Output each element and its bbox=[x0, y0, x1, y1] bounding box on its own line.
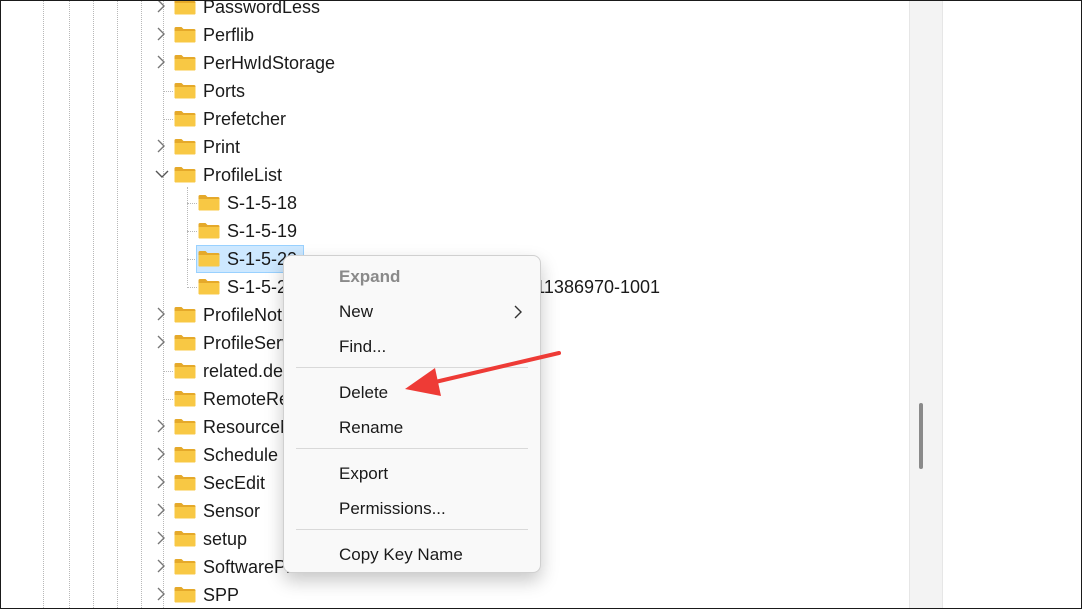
chevron-right-icon[interactable] bbox=[155, 307, 167, 321]
tree-item-label: SPP bbox=[203, 585, 240, 605]
tree-item-label: Prefetcher bbox=[203, 109, 287, 129]
tree-item[interactable]: ProfileList bbox=[1, 161, 901, 189]
vertical-scrollbar-track[interactable] bbox=[909, 1, 943, 608]
menu-item-rename[interactable]: Rename bbox=[284, 411, 540, 445]
folder-icon bbox=[174, 138, 196, 155]
folder-icon bbox=[198, 250, 220, 267]
folder-icon bbox=[174, 110, 196, 127]
folder-icon bbox=[174, 530, 196, 547]
chevron-right-icon[interactable] bbox=[155, 139, 167, 153]
tree-item[interactable]: Print bbox=[1, 133, 901, 161]
tree-item[interactable]: Ports bbox=[1, 77, 901, 105]
tree-item-label: Print bbox=[203, 137, 241, 157]
tree-item-label: Perflib bbox=[203, 25, 255, 45]
tree-connector-line bbox=[187, 231, 197, 232]
folder-icon bbox=[174, 586, 196, 603]
tree-item-label: PasswordLess bbox=[203, 0, 321, 17]
vertical-scrollbar-thumb[interactable] bbox=[919, 403, 923, 469]
tree-item-label: Sensor bbox=[203, 501, 261, 521]
chevron-right-icon[interactable] bbox=[155, 559, 167, 573]
menu-separator bbox=[296, 448, 528, 449]
context-menu: Expand New Find... Delete Rename Export … bbox=[283, 255, 541, 573]
tree-item-label: Schedule bbox=[203, 445, 279, 465]
tree-item[interactable]: Prefetcher bbox=[1, 105, 901, 133]
tree-connector-line bbox=[187, 203, 197, 204]
folder-icon bbox=[174, 390, 196, 407]
menu-item-permissions[interactable]: Permissions... bbox=[284, 492, 540, 526]
folder-icon bbox=[174, 54, 196, 71]
menu-item-label: New bbox=[339, 302, 374, 321]
menu-item-label: Expand bbox=[339, 267, 401, 286]
folder-icon bbox=[198, 278, 220, 295]
tree-connector-line bbox=[163, 91, 173, 92]
folder-icon bbox=[174, 26, 196, 43]
tree-item[interactable]: SPP bbox=[1, 581, 901, 608]
folder-icon bbox=[174, 446, 196, 463]
menu-item-copy-key-name[interactable]: Copy Key Name bbox=[284, 538, 540, 572]
menu-item-find[interactable]: Find... bbox=[284, 330, 540, 364]
menu-item-new[interactable]: New bbox=[284, 295, 540, 329]
tree-item-label: PerHwIdStorage bbox=[203, 53, 336, 73]
menu-item-label: Permissions... bbox=[339, 499, 446, 518]
tree-item-label: Ports bbox=[203, 81, 246, 101]
chevron-right-icon[interactable] bbox=[155, 447, 167, 461]
chevron-right-icon[interactable] bbox=[155, 55, 167, 69]
chevron-down-icon[interactable] bbox=[155, 167, 169, 181]
folder-icon bbox=[198, 194, 220, 211]
tree-connector-line bbox=[187, 287, 197, 288]
tree-item-label: S-1-5-19 bbox=[227, 221, 298, 241]
folder-icon bbox=[174, 474, 196, 491]
chevron-right-icon[interactable] bbox=[155, 587, 167, 601]
menu-separator bbox=[296, 367, 528, 368]
menu-item-export[interactable]: Export bbox=[284, 457, 540, 491]
folder-icon bbox=[174, 334, 196, 351]
folder-icon bbox=[174, 166, 196, 183]
menu-item-label: Rename bbox=[339, 418, 404, 437]
tree-item[interactable]: PerHwIdStorage bbox=[1, 49, 901, 77]
chevron-right-icon[interactable] bbox=[155, 475, 167, 489]
folder-icon bbox=[174, 418, 196, 435]
chevron-right-icon[interactable] bbox=[155, 503, 167, 517]
tree-connector-line bbox=[163, 399, 173, 400]
tree-item[interactable]: S-1-5-19 bbox=[1, 217, 901, 245]
tree-connector-line bbox=[163, 119, 173, 120]
folder-icon bbox=[174, 558, 196, 575]
tree-connector-line bbox=[163, 371, 173, 372]
menu-item-expand: Expand bbox=[284, 260, 540, 294]
registry-tree-pane: PasswordLess Perflib PerHwIdStorage Ports Pr… bbox=[0, 0, 1082, 609]
folder-icon bbox=[174, 82, 196, 99]
chevron-right-icon[interactable] bbox=[155, 1, 167, 13]
tree-item-label: ProfileList bbox=[203, 165, 283, 185]
menu-item-label: Find... bbox=[339, 337, 387, 356]
menu-item-label: Delete bbox=[339, 383, 389, 402]
chevron-right-icon[interactable] bbox=[155, 419, 167, 433]
tree-item[interactable]: Perflib bbox=[1, 21, 901, 49]
chevron-right-icon[interactable] bbox=[155, 27, 167, 41]
chevron-right-icon[interactable] bbox=[155, 531, 167, 545]
tree-item[interactable]: S-1-5-18 bbox=[1, 189, 901, 217]
menu-separator bbox=[296, 529, 528, 530]
tree-item[interactable]: PasswordLess bbox=[1, 0, 901, 21]
folder-icon bbox=[174, 362, 196, 379]
tree-item-label: setup bbox=[203, 529, 248, 549]
chevron-right-icon bbox=[514, 305, 522, 324]
folder-icon bbox=[174, 1, 196, 15]
folder-icon bbox=[174, 502, 196, 519]
folder-icon bbox=[198, 222, 220, 239]
tree-item-label: SecEdit bbox=[203, 473, 266, 493]
folder-icon bbox=[174, 306, 196, 323]
menu-item-label: Export bbox=[339, 464, 389, 483]
menu-item-label: Copy Key Name bbox=[339, 545, 463, 564]
chevron-right-icon[interactable] bbox=[155, 335, 167, 349]
tree-item-label: S-1-5-18 bbox=[227, 193, 298, 213]
menu-item-delete[interactable]: Delete bbox=[284, 376, 540, 410]
